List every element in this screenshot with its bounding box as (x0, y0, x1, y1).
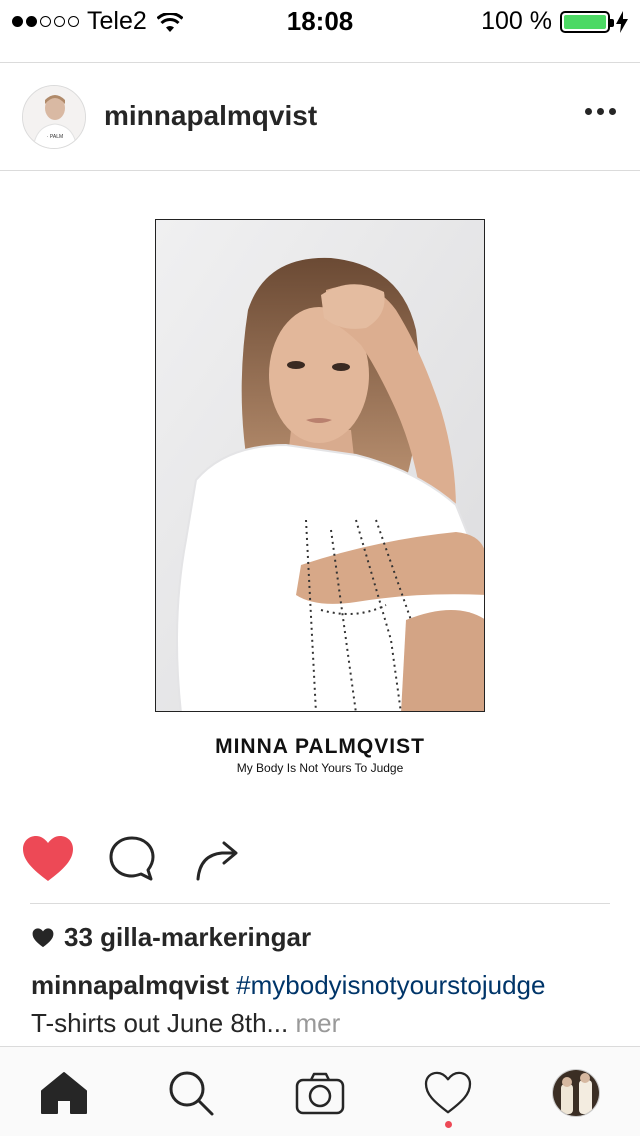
more-options-button[interactable] (585, 108, 616, 115)
image-subtitle: My Body Is Not Yours To Judge (236, 761, 404, 775)
status-bar: Tele2 18:08 100 % (0, 0, 640, 40)
search-icon (169, 1071, 214, 1116)
likes-label: 33 gilla-markeringar (64, 922, 312, 952)
share-arrow-icon (196, 841, 238, 881)
comment-icon (109, 836, 155, 881)
caption-username[interactable]: minnapalmqvist (31, 970, 229, 1000)
portrait-photo (155, 219, 485, 712)
tab-profile[interactable] (550, 1067, 602, 1119)
caption-more-link[interactable]: mer (295, 1008, 340, 1038)
caption-text: T-shirts out June 8th... (31, 1008, 289, 1038)
tab-home[interactable] (38, 1067, 90, 1119)
share-button[interactable] (194, 835, 242, 888)
heart-outline-icon (424, 1071, 472, 1114)
battery-icon (560, 10, 614, 33)
profile-avatar (552, 1069, 600, 1117)
charging-icon (616, 10, 628, 33)
actions-divider (30, 903, 610, 904)
svg-text:· PALM: · PALM (47, 134, 63, 140)
more-dot-icon (609, 108, 616, 115)
post-username[interactable]: minnapalmqvist (104, 100, 317, 132)
top-divider (0, 62, 640, 63)
comment-button[interactable] (108, 835, 156, 888)
like-button[interactable] (22, 835, 74, 888)
camera-icon (295, 1072, 345, 1115)
avatar[interactable]: · PALM (22, 85, 86, 149)
status-right: 100 % (481, 7, 628, 36)
post-actions (0, 825, 640, 895)
home-icon (41, 1072, 87, 1114)
small-heart-icon (32, 927, 54, 947)
battery-percentage: 100 % (481, 7, 552, 35)
more-dot-icon (585, 108, 592, 115)
more-dot-icon (597, 108, 604, 115)
activity-notification-dot (445, 1121, 452, 1128)
post-header: · PALM minnapalmqvist (0, 64, 640, 170)
tab-activity[interactable] (422, 1067, 474, 1119)
tab-camera[interactable] (294, 1067, 346, 1119)
tab-search[interactable] (165, 1067, 217, 1119)
post-caption: minnapalmqvist #mybodyisnotyourstojudge … (31, 966, 621, 1042)
caption-hashtag[interactable]: #mybodyisnotyourstojudge (236, 970, 545, 1000)
image-title: MINNA PALMQVIST (215, 735, 425, 758)
likes-count[interactable]: 33 gilla-markeringar (32, 922, 311, 953)
post-image[interactable]: MINNA PALMQVIST My Body Is Not Yours To … (0, 171, 640, 811)
bottom-tab-bar (0, 1046, 640, 1136)
heart-icon (23, 836, 73, 881)
